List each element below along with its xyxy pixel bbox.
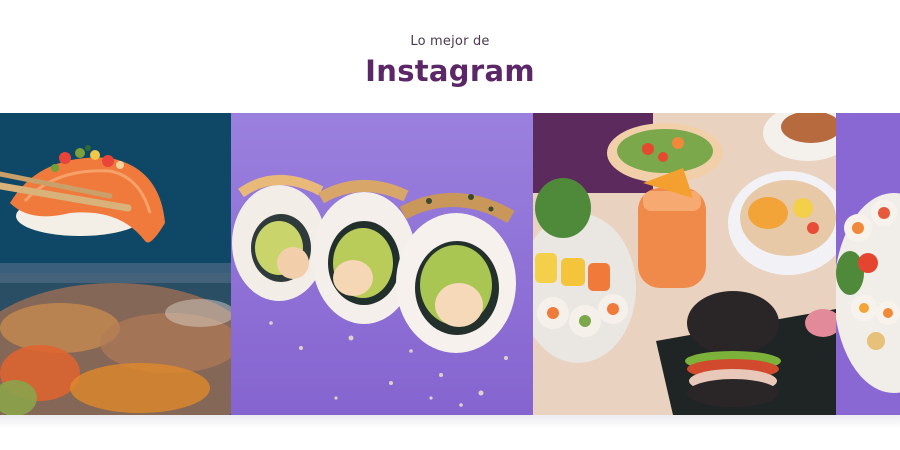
instagram-post-3[interactable] — [533, 113, 836, 415]
salmon-nigiri-photo — [0, 113, 231, 415]
gallery-shadow — [0, 415, 900, 429]
sushi-rolls-photo — [231, 113, 533, 415]
instagram-section: Lo mejor de Instagram — [0, 0, 900, 450]
sushi-platter-photo — [836, 113, 900, 415]
instagram-post-4[interactable] — [836, 113, 900, 415]
section-title: Instagram — [365, 54, 535, 88]
instagram-post-1[interactable] — [0, 113, 231, 415]
instagram-post-2[interactable] — [231, 113, 533, 415]
section-header: Lo mejor de Instagram — [0, 0, 900, 113]
food-table-photo — [533, 113, 836, 415]
section-subtitle: Lo mejor de — [410, 34, 490, 49]
instagram-gallery — [0, 113, 900, 415]
